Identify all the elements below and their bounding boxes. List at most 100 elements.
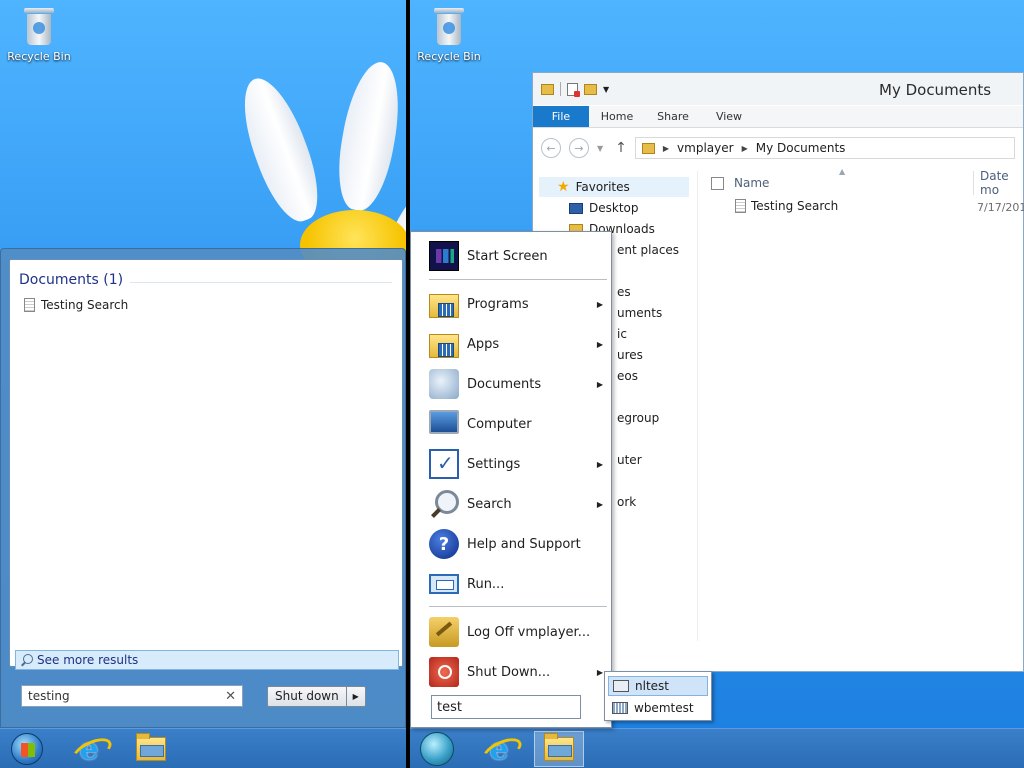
- search-icon: [429, 489, 459, 519]
- menu-apps[interactable]: Apps ▶: [429, 327, 607, 361]
- back-arrow-icon[interactable]: ←: [541, 138, 561, 158]
- recycle-bin-label: Recycle Bin: [417, 50, 481, 63]
- menu-log-off[interactable]: Log Off vmplayer...: [429, 615, 607, 649]
- programs-folder-icon: [429, 294, 459, 318]
- taskbar-internet-explorer[interactable]: e: [64, 731, 114, 767]
- nav-libraries[interactable]: es: [617, 285, 631, 299]
- taskbar-file-explorer[interactable]: [534, 731, 584, 767]
- run-icon: [429, 574, 459, 594]
- shutdown-options-arrow-icon[interactable]: ▶: [347, 687, 365, 706]
- menu-label: Settings: [467, 456, 521, 472]
- file-explorer-icon: [136, 733, 166, 761]
- menu-programs[interactable]: Programs ▶: [429, 287, 607, 321]
- new-folder-icon[interactable]: [584, 83, 597, 95]
- menu-help-and-support[interactable]: ? Help and Support: [429, 527, 607, 561]
- menu-search[interactable]: Search ▶: [429, 487, 607, 521]
- menu-documents[interactable]: Documents ▶: [429, 367, 607, 401]
- category-divider: [130, 282, 392, 283]
- shutdown-button[interactable]: Shut down ▶: [267, 686, 366, 707]
- tab-file[interactable]: File: [533, 106, 589, 127]
- submenu-arrow-icon: ▶: [596, 499, 603, 509]
- column-date-modified[interactable]: Date mo: [973, 169, 1024, 197]
- apps-folder-icon: [429, 334, 459, 358]
- nav-network[interactable]: ork: [617, 495, 636, 509]
- result-label: Testing Search: [41, 298, 129, 312]
- recycle-bin[interactable]: Recycle Bin: [414, 8, 484, 63]
- folder-icon: [541, 83, 554, 95]
- menu-shut-down[interactable]: Shut Down... ▶: [429, 655, 607, 689]
- start-screen-icon: [429, 241, 459, 271]
- ribbon-tabs: File Home Share View: [533, 106, 1023, 128]
- taskbar-file-explorer[interactable]: [126, 731, 176, 767]
- address-bar[interactable]: ▶ vmplayer ▶ My Documents: [634, 137, 1015, 159]
- menu-settings[interactable]: Settings ▶: [429, 447, 607, 481]
- file-row[interactable]: Testing Search: [735, 199, 838, 213]
- result-category[interactable]: Documents (1): [19, 272, 123, 288]
- menu-label: Log Off vmplayer...: [467, 624, 591, 640]
- nav-recent-places[interactable]: ent places: [617, 243, 679, 257]
- chevron-right-icon[interactable]: ▶: [742, 144, 748, 153]
- navigation-bar: ← → ▼ ↑ ▶ vmplayer ▶ My Documents: [533, 131, 1023, 165]
- taskbar-right: e: [410, 728, 1024, 768]
- select-all-checkbox[interactable]: [711, 176, 724, 190]
- nav-favorites-label: Favorites: [575, 180, 630, 194]
- recycle-bin-icon: [434, 8, 464, 46]
- result-wbemtest[interactable]: wbemtest: [608, 698, 708, 718]
- tab-home[interactable]: Home: [589, 106, 645, 127]
- nav-computer[interactable]: uter: [617, 453, 642, 467]
- nav-pictures[interactable]: ures: [617, 348, 643, 362]
- up-arrow-icon[interactable]: ↑: [615, 140, 627, 156]
- start-search-input[interactable]: test: [431, 695, 581, 719]
- menu-label: Documents: [467, 376, 542, 392]
- recent-locations-icon[interactable]: ▼: [597, 144, 603, 153]
- internet-explorer-icon: e: [73, 732, 105, 767]
- nav-favorites[interactable]: ★ Favorites: [539, 177, 689, 197]
- help-icon: ?: [429, 529, 459, 559]
- nav-desktop-label: Desktop: [589, 201, 639, 215]
- tab-share[interactable]: Share: [645, 106, 701, 127]
- search-value: testing: [28, 689, 70, 703]
- search-result-item[interactable]: Testing Search: [24, 298, 128, 312]
- nav-documents[interactable]: uments: [617, 306, 662, 320]
- start-button[interactable]: [2, 731, 52, 767]
- quick-access-toolbar: ▼: [541, 82, 609, 97]
- file-explorer-icon: [544, 733, 574, 761]
- breadcrumb-my-documents[interactable]: My Documents: [756, 141, 846, 155]
- chevron-right-icon[interactable]: ▶: [663, 144, 669, 153]
- title-bar[interactable]: ▼ My Documents: [533, 73, 1023, 105]
- properties-icon[interactable]: [567, 82, 580, 97]
- left-desktop: Recycle Bin Documents (1) Testing Search…: [0, 0, 406, 768]
- windows-orb-icon: [11, 733, 43, 765]
- recycle-bin[interactable]: Recycle Bin: [4, 8, 74, 63]
- result-nltest[interactable]: nltest: [608, 676, 708, 696]
- column-name[interactable]: Name: [734, 176, 769, 190]
- menu-computer[interactable]: Computer: [429, 407, 607, 441]
- internet-explorer-icon: e: [483, 732, 515, 767]
- breadcrumb-vmplayer[interactable]: vmplayer: [677, 141, 734, 155]
- shutdown-label[interactable]: Shut down: [268, 687, 347, 706]
- nav-music[interactable]: ic: [617, 327, 627, 341]
- nav-homegroup[interactable]: egroup: [617, 411, 659, 425]
- desktop-icon: [569, 202, 583, 214]
- customize-dropdown-icon[interactable]: ▼: [603, 85, 609, 94]
- menu-start-screen[interactable]: Start Screen: [429, 239, 607, 273]
- see-more-label: See more results: [37, 653, 139, 667]
- search-results-popup: nltest wbemtest: [604, 671, 712, 721]
- forward-arrow-icon[interactable]: →: [569, 138, 589, 158]
- menu-label: Computer: [467, 416, 532, 432]
- clear-icon[interactable]: ✕: [225, 689, 236, 704]
- start-button[interactable]: [412, 731, 462, 767]
- search-input[interactable]: testing ✕: [21, 685, 243, 707]
- recycle-bin-icon: [24, 8, 54, 46]
- taskbar-left: e: [0, 728, 406, 768]
- see-more-results[interactable]: See more results: [15, 650, 399, 670]
- classic-start-menu: Start Screen Programs ▶ Apps ▶ Documents…: [410, 231, 612, 728]
- nav-desktop[interactable]: Desktop: [569, 201, 639, 215]
- start-menu-win7: Documents (1) Testing Search See more re…: [0, 248, 406, 728]
- taskbar-internet-explorer[interactable]: e: [474, 731, 524, 767]
- nav-videos[interactable]: eos: [617, 369, 638, 383]
- settings-icon: [429, 449, 459, 479]
- submenu-arrow-icon: ▶: [596, 459, 603, 469]
- tab-view[interactable]: View: [701, 106, 757, 127]
- menu-run[interactable]: Run...: [429, 567, 607, 601]
